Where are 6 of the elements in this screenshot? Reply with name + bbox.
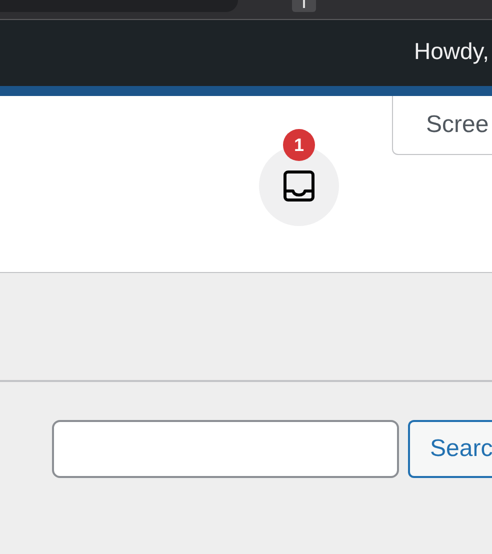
screen-options-tab[interactable]: Scree	[392, 96, 492, 155]
inbox-icon	[283, 170, 315, 202]
search-button[interactable]: Searc	[408, 420, 492, 478]
notification-badge: 1	[283, 129, 315, 161]
search-field[interactable]	[52, 420, 399, 478]
greeting-text[interactable]: Howdy,	[414, 34, 492, 72]
